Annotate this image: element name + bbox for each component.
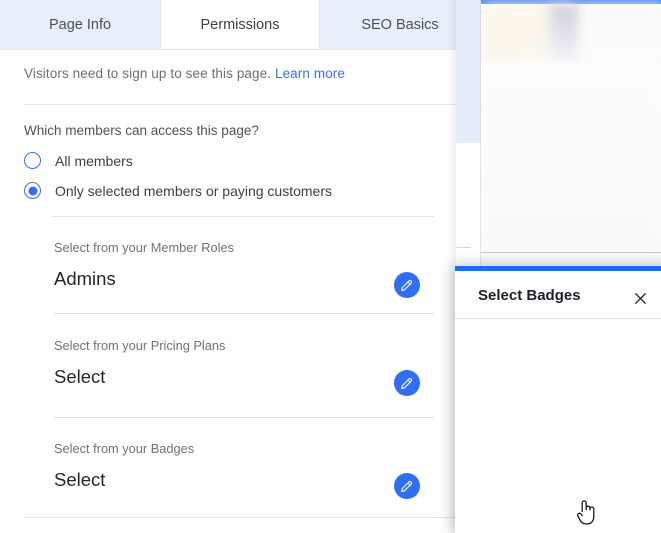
selector-pricing-plans: Select from your Pricing Plans Select <box>54 338 434 396</box>
edit-pricing-plans-button[interactable] <box>394 370 420 396</box>
radio-label-selected-members: Only selected members or paying customer… <box>55 182 332 199</box>
background-image-c <box>582 4 661 64</box>
page-settings-panel: Page Info Permissions SEO Basics Visitor… <box>0 0 456 533</box>
selector-badges-value: Select <box>54 469 106 490</box>
close-icon <box>634 292 646 304</box>
access-question-label: Which members can access this page? <box>24 123 259 138</box>
dialog-accent-bar <box>455 266 661 271</box>
selector-badges: Select from your Badges Select <box>54 441 434 499</box>
pencil-icon <box>401 280 413 292</box>
radio-icon-all-members <box>24 152 41 169</box>
edit-member-roles-button[interactable] <box>394 272 420 298</box>
tab-strip: Page Info Permissions SEO Basics <box>0 0 456 50</box>
selector-pricing-plans-value: Select <box>54 366 106 387</box>
tab-page-info[interactable]: Page Info <box>0 0 160 50</box>
divider-after-member-roles <box>54 313 434 314</box>
divider-after-pricing-plans <box>54 417 434 418</box>
tab-seo-basics-label: SEO Basics <box>361 16 439 33</box>
screen-root: Page Info Permissions SEO Basics Visitor… <box>0 0 661 533</box>
dialog-title: Select Badges <box>478 287 581 304</box>
selector-pricing-plans-caption: Select from your Pricing Plans <box>54 338 226 353</box>
tab-permissions-label: Permissions <box>200 16 280 33</box>
intro-text: Visitors need to sign up to see this pag… <box>24 66 272 81</box>
selector-badges-caption: Select from your Badges <box>54 441 195 456</box>
tab-page-info-label: Page Info <box>48 16 112 33</box>
select-badges-dialog: Select Badges VIP Member Gold Level Memb… <box>455 266 661 533</box>
background-side-tick <box>455 247 471 248</box>
background-side-panel-top <box>455 0 481 143</box>
edit-badges-button[interactable] <box>394 473 420 499</box>
radio-label-all-members: All members <box>55 152 133 169</box>
background-image-b <box>550 4 582 64</box>
divider-under-radios <box>52 216 434 217</box>
dialog-header-divider <box>455 318 661 319</box>
radio-icon-selected-members <box>24 182 41 199</box>
tab-permissions[interactable]: Permissions <box>160 0 320 50</box>
tab-seo-basics[interactable]: SEO Basics <box>320 0 456 50</box>
divider-top <box>24 104 456 105</box>
background-divider <box>481 252 661 253</box>
background-content-block <box>481 62 661 252</box>
selector-member-roles: Select from your Member Roles Admins <box>54 240 434 298</box>
selector-member-roles-value: Admins <box>54 268 116 289</box>
radio-option-selected-members[interactable]: Only selected members or paying customer… <box>24 182 332 199</box>
pencil-icon <box>401 481 413 493</box>
selector-member-roles-caption: Select from your Member Roles <box>54 240 234 255</box>
dialog-close-button[interactable] <box>630 288 650 308</box>
learn-more-link[interactable]: Learn more <box>275 66 345 81</box>
pencil-icon <box>401 378 413 390</box>
radio-option-all-members[interactable]: All members <box>24 152 133 169</box>
tab-strip-underline <box>0 49 456 50</box>
divider-bottom <box>24 517 456 518</box>
intro-text-row: Visitors need to sign up to see this pag… <box>24 66 345 81</box>
